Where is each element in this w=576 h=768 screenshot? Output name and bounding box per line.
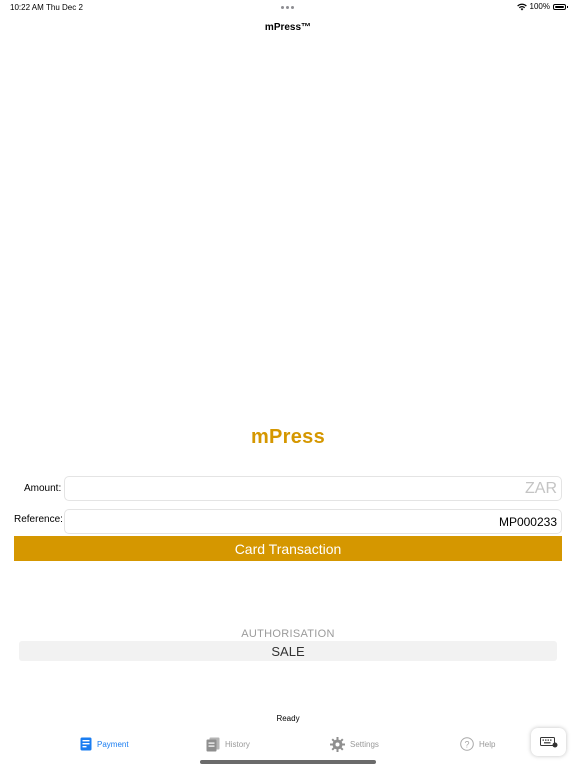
tab-payment[interactable]: Payment (80, 737, 129, 751)
status-text: Ready (276, 714, 300, 723)
status-time: 10:22 AM (10, 3, 44, 12)
tab-history[interactable]: History (206, 737, 250, 752)
keyboard-icon (539, 736, 557, 747)
keyboard-toggle-button[interactable] (531, 728, 566, 756)
amount-label: Amount: (24, 483, 62, 494)
history-icon (206, 737, 220, 752)
tab-payment-label: Payment (97, 739, 129, 749)
reference-field[interactable] (64, 509, 562, 534)
transaction-type-selector[interactable]: SALE (19, 641, 557, 661)
tab-help[interactable]: ? Help (460, 737, 495, 751)
amount-field[interactable] (64, 476, 562, 501)
tab-settings[interactable]: Settings (330, 737, 379, 752)
status-date: Thu Dec 2 (46, 3, 83, 12)
authorisation-label: AUTHORISATION (241, 628, 335, 640)
help-icon: ? (460, 737, 474, 751)
home-indicator[interactable] (200, 760, 376, 764)
payment-icon (80, 737, 92, 751)
tab-settings-label: Settings (350, 740, 379, 749)
status-indicators: 100% (516, 2, 568, 11)
reference-label: Reference: (14, 514, 63, 525)
svg-text:?: ? (464, 739, 469, 749)
mpress-logo: mPress (250, 426, 326, 448)
tab-help-label: Help (479, 739, 496, 749)
gear-icon (330, 737, 345, 752)
battery-percent: 100% (529, 2, 550, 11)
multitasking-dots-icon[interactable] (281, 6, 294, 9)
tab-bar: Payment History Settings ? Help (0, 734, 576, 758)
battery-icon (553, 3, 568, 10)
card-transaction-button[interactable]: Card Transaction (14, 536, 562, 561)
wifi-icon (516, 3, 527, 10)
selected-transaction-type: SALE (271, 643, 305, 659)
tab-history-label: History (225, 740, 250, 749)
page-title: mPress™ (264, 22, 312, 33)
